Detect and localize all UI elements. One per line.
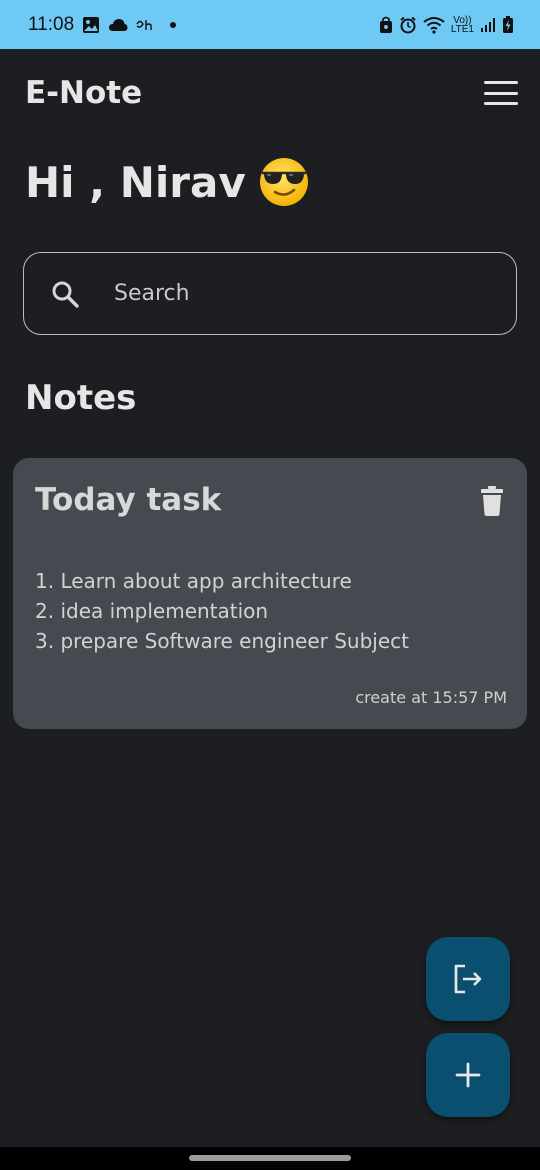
note-line: 3. prepare Software engineer Subject	[35, 629, 410, 653]
menu-icon[interactable]	[484, 81, 518, 105]
gallery-icon	[83, 16, 100, 33]
app-notification-icon	[136, 19, 152, 30]
notification-dot-icon	[170, 21, 177, 28]
note-card[interactable]: Today task 1. Learn about app architectu…	[13, 458, 527, 729]
plus-icon	[455, 1062, 481, 1088]
navigation-bar	[0, 1147, 540, 1170]
app-title: E-Note	[25, 75, 143, 111]
menu-line	[484, 91, 518, 95]
delete-icon[interactable]	[481, 486, 503, 516]
app-bar: E-Note	[0, 49, 540, 137]
lock-notification-icon	[379, 16, 392, 33]
battery-icon	[503, 15, 513, 33]
logout-icon	[454, 964, 482, 994]
logout-button[interactable]	[426, 937, 510, 1021]
status-right: Vo)) LTE1	[379, 15, 514, 35]
wifi-icon	[423, 16, 445, 34]
menu-line	[484, 81, 518, 84]
search-bar[interactable]	[23, 252, 517, 335]
greeting: Hi , Nirav	[25, 152, 310, 212]
note-title: Today task	[35, 482, 222, 518]
note-line: 1. Learn about app architecture	[35, 569, 352, 593]
status-left: 11:08	[28, 13, 177, 36]
notes-section-title: Notes	[25, 378, 137, 418]
cloud-icon	[109, 18, 128, 31]
menu-line	[484, 102, 518, 105]
status-time: 11:08	[28, 13, 75, 35]
status-bar: 11:08 Vo)) LTE1	[0, 0, 540, 49]
gesture-handle[interactable]	[189, 1155, 351, 1161]
search-input[interactable]	[114, 281, 474, 306]
greeting-text: Hi , Nirav	[25, 157, 246, 207]
network-type-label: Vo)) LTE1	[450, 15, 474, 35]
signal-icon	[481, 17, 495, 32]
note-body: 1. Learn about app architecture 2. idea …	[35, 566, 409, 656]
sunglasses-emoji-icon	[259, 158, 308, 206]
search-icon[interactable]	[50, 279, 80, 309]
alarm-icon	[400, 16, 416, 33]
note-created-time: create at 15:57 PM	[355, 688, 507, 707]
note-line: 2. idea implementation	[35, 599, 269, 623]
lte-label: LTE1	[450, 23, 474, 35]
add-note-button[interactable]	[426, 1033, 510, 1117]
